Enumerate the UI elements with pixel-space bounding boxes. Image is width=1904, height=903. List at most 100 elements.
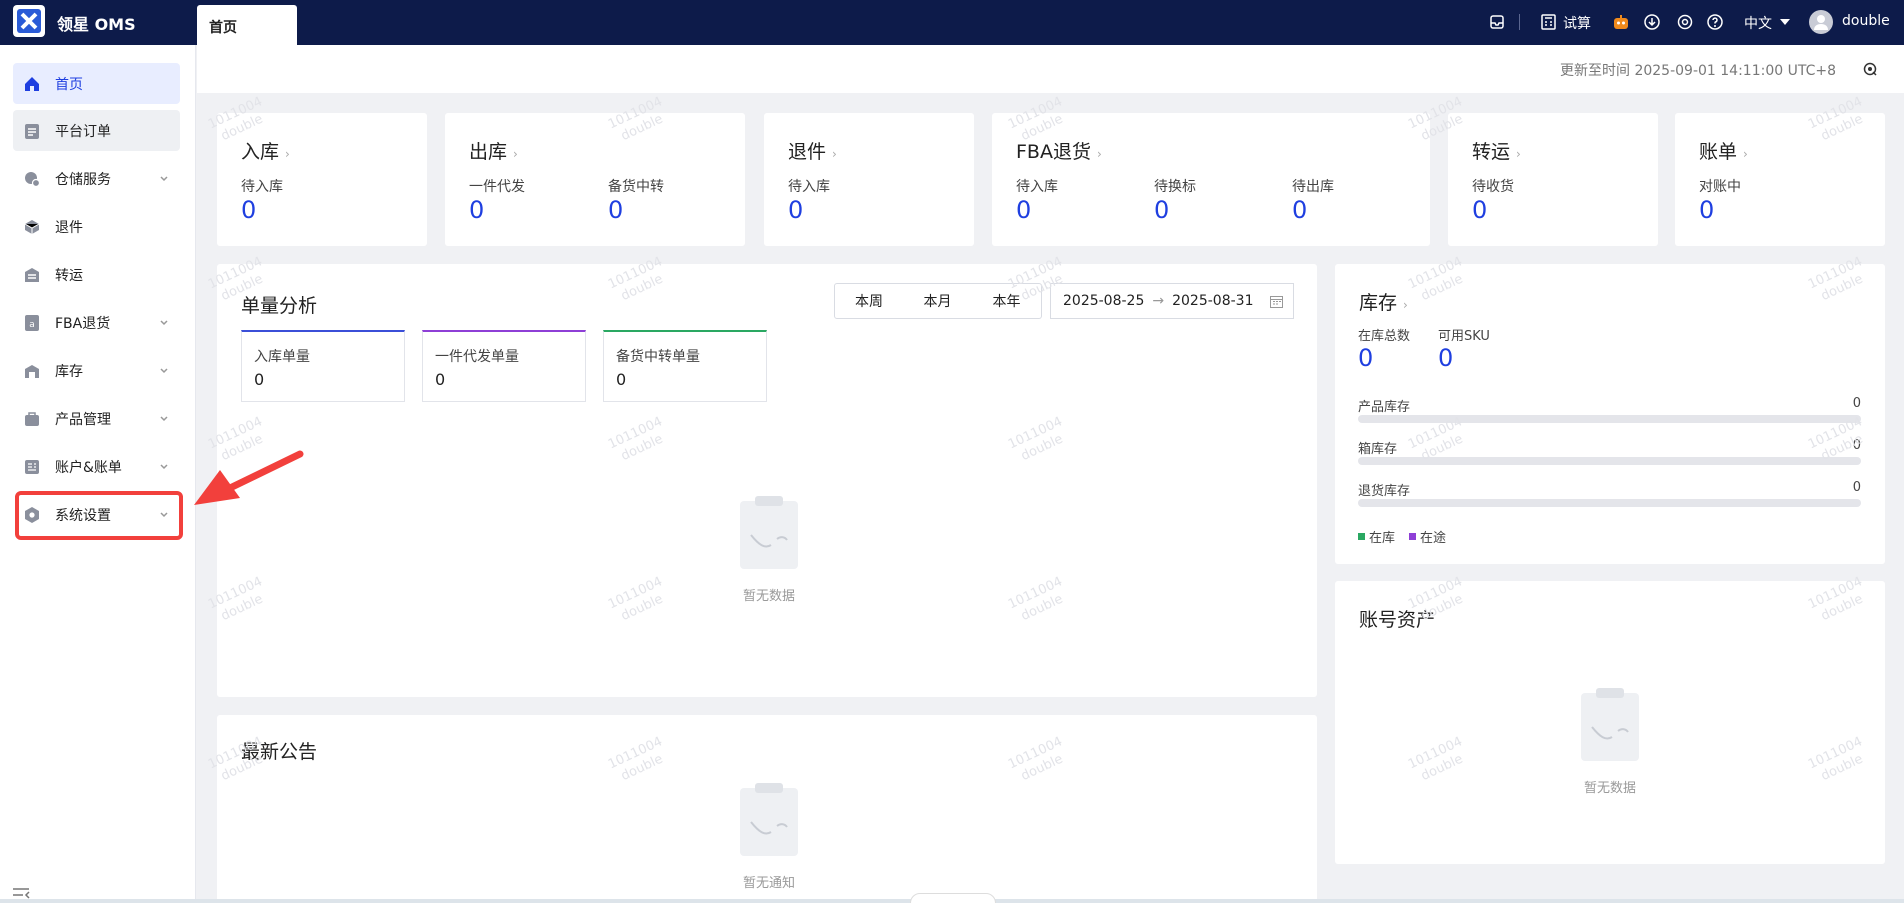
card-title: 转运 — [1472, 141, 1511, 163]
gear-icon[interactable] — [1675, 12, 1695, 32]
bottom-handle[interactable] — [910, 893, 996, 903]
empty-text: 暂无通知 — [742, 876, 795, 891]
metric-dropship[interactable]: 一件代发单量 0 — [422, 330, 586, 402]
stat-label: 待换标 — [1154, 179, 1196, 195]
svg-text:a: a — [29, 320, 35, 330]
inbox-icon[interactable] — [1487, 12, 1507, 32]
transfer-icon — [23, 266, 41, 284]
calendar-icon — [1270, 296, 1283, 308]
fba-icon: a — [23, 314, 41, 332]
top-bar: 领星 OMS 首页 试算 中文 double — [0, 0, 1904, 45]
chevron-right-icon: › — [832, 147, 837, 161]
date-start: 2025-08-25 — [1063, 293, 1145, 309]
metric-stock-transfer[interactable]: 备货中转单量 0 — [603, 330, 767, 402]
bar-label: 产品库存 — [1358, 400, 1411, 415]
bar-value: 0 — [1852, 480, 1861, 495]
chevron-right-icon: › — [1516, 147, 1521, 161]
tab-home[interactable]: 首页 — [197, 5, 297, 45]
legend-swatch — [1409, 533, 1417, 540]
sidebar-item-fba-returns[interactable]: a FBA退货 — [13, 302, 180, 343]
logo-icon[interactable] — [13, 5, 45, 37]
stat-label: 待出库 — [1292, 179, 1334, 195]
language-select[interactable]: 中文 — [1744, 13, 1772, 33]
highlight-box — [15, 491, 183, 540]
stat-value[interactable]: 0 — [1292, 196, 1307, 224]
calculator-icon[interactable] — [1538, 12, 1558, 32]
legend-label: 在库 — [1369, 531, 1396, 546]
sidebar-item-label: 退件 — [55, 219, 83, 236]
progress-bar — [1358, 457, 1861, 465]
assets-empty-state: 暂无数据 — [1560, 687, 1660, 796]
assets-title: 账号资产 — [1359, 609, 1436, 631]
avatar[interactable] — [1809, 10, 1833, 34]
caret-down-icon[interactable] — [1775, 12, 1795, 32]
metric-inbound[interactable]: 入库单量 0 — [241, 330, 405, 402]
stat-label: 可用SKU — [1438, 329, 1490, 344]
robot-icon[interactable] — [1611, 12, 1631, 32]
stat-value[interactable]: 0 — [1699, 196, 1714, 224]
annotation-arrow-icon — [194, 450, 304, 505]
chevron-right-icon: › — [1096, 147, 1102, 161]
sidebar-item-warehouse[interactable]: 仓储服务 — [13, 158, 180, 199]
divider — [1519, 14, 1520, 30]
stat-label: 对账中 — [1699, 179, 1741, 195]
metric-value: 0 — [435, 370, 446, 389]
sidebar-item-billing[interactable]: 账户&账单 — [13, 446, 180, 487]
stat-label: 待入库 — [1016, 179, 1058, 195]
stat-label: 一件代发 — [469, 179, 525, 195]
period-week-button[interactable]: 本周 — [834, 283, 904, 319]
sidebar-item-products[interactable]: 产品管理 — [13, 398, 180, 439]
stat-label: 备货中转 — [608, 179, 664, 195]
sidebar-item-returns[interactable]: 退件 — [13, 206, 180, 247]
stat-card-transit[interactable]: 转运 › 待收货 0 — [1448, 113, 1658, 246]
trial-calc-link[interactable]: 试算 — [1563, 13, 1591, 33]
metric-value: 0 — [616, 370, 627, 389]
analysis-title: 单量分析 — [241, 295, 318, 317]
stat-value[interactable]: 0 — [1438, 344, 1453, 372]
chevron-right-icon: › — [513, 147, 518, 161]
empty-clipboard-icon — [740, 496, 798, 569]
username[interactable]: double — [1842, 13, 1890, 29]
sidebar-item-label: 转运 — [55, 267, 83, 284]
help-icon[interactable] — [1705, 12, 1725, 32]
sidebar-item-home[interactable]: 首页 — [13, 63, 180, 104]
date-range-picker[interactable]: 2025-08-25 → 2025-08-31 — [1050, 283, 1294, 319]
download-icon[interactable] — [1642, 12, 1662, 32]
stat-value[interactable]: 0 — [1016, 196, 1031, 224]
period-month-button[interactable]: 本月 — [903, 283, 973, 319]
stat-value[interactable]: 0 — [469, 196, 484, 224]
sidebar-item-inventory[interactable]: 库存 — [13, 350, 180, 391]
stat-card-bill[interactable]: 账单 › 对账中 0 — [1675, 113, 1885, 246]
stat-card-returns[interactable]: 退件 › 待入库 0 — [764, 113, 974, 246]
period-year-button[interactable]: 本年 — [972, 283, 1042, 319]
sidebar-item-platform-orders[interactable]: 平台订单 — [13, 110, 180, 151]
card-title: 入库 — [241, 141, 280, 163]
refresh-settings-icon[interactable] — [1862, 61, 1878, 77]
legend-label: 在途 — [1420, 531, 1447, 546]
sidebar-item-label: 首页 — [55, 76, 83, 93]
bar-value: 0 — [1852, 396, 1861, 411]
stat-card-inbound[interactable]: 入库 › 待入库 0 — [217, 113, 427, 246]
inventory-card: 库存 › 在库总数 0 可用SKU 0 — [1335, 264, 1885, 564]
app-brand: 领星 OMS — [57, 15, 136, 34]
metric-label: 一件代发单量 — [435, 349, 519, 365]
return-box-icon — [23, 218, 41, 236]
inventory-icon — [23, 362, 41, 380]
stat-value[interactable]: 0 — [1154, 196, 1169, 224]
bar-value: 0 — [1852, 438, 1861, 453]
bar-label: 箱库存 — [1358, 442, 1398, 457]
stat-card-outbound[interactable]: 出库 › 一件代发 0 备货中转 0 — [445, 113, 745, 246]
metric-value: 0 — [254, 370, 265, 389]
stat-value[interactable]: 0 — [788, 196, 803, 224]
stat-card-fba-returns[interactable]: FBA退货 › 待入库 0 待换标 0 待出库 0 — [992, 113, 1430, 246]
stat-value[interactable]: 0 — [1472, 196, 1487, 224]
stat-value[interactable]: 0 — [608, 196, 623, 224]
stat-label: 在库总数 — [1358, 329, 1411, 344]
chevron-down-icon — [160, 176, 168, 182]
sidebar-item-transfer[interactable]: 转运 — [13, 254, 180, 295]
stat-label: 待收货 — [1472, 179, 1514, 195]
stat-label: 待入库 — [788, 179, 830, 195]
stat-value[interactable]: 0 — [241, 196, 256, 224]
chevron-right-icon: › — [1743, 147, 1748, 161]
stat-value[interactable]: 0 — [1358, 344, 1373, 372]
